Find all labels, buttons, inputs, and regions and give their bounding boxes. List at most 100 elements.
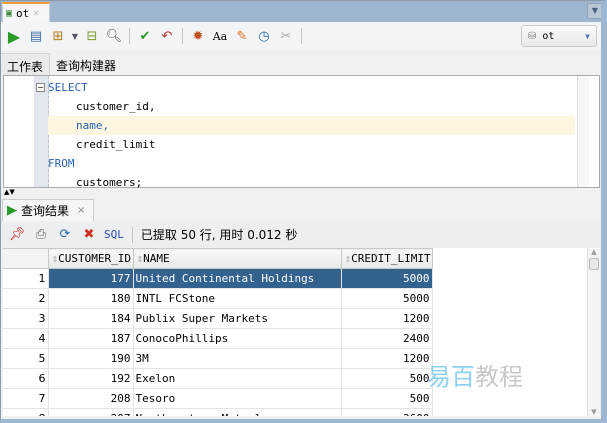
explain-dropdown-icon[interactable]: ▼ xyxy=(71,27,79,45)
customer-id-cell[interactable]: 184 xyxy=(47,308,134,329)
row-number: 4 xyxy=(3,328,49,349)
credit-limit-cell[interactable]: 5000 xyxy=(340,288,433,309)
chevron-down-icon: ▼ xyxy=(585,31,590,41)
row-number: 7 xyxy=(3,388,49,409)
clear-icon[interactable]: ✎ xyxy=(233,27,251,45)
sql-line: SELECT xyxy=(48,81,88,94)
table-row[interactable]: 8207Northwestern Mutual3600 xyxy=(3,408,433,416)
connection-label: ot xyxy=(542,30,555,42)
customer-id-cell[interactable]: 187 xyxy=(47,328,134,349)
editor-scrollbar[interactable] xyxy=(577,76,589,187)
row-number: 5 xyxy=(3,348,49,369)
table-row[interactable]: 1 177 United Continental Holdings 5000 xyxy=(3,268,433,289)
toolbar-separator xyxy=(129,28,130,44)
panel-splitter[interactable]: ▲▼ xyxy=(0,188,600,196)
commit-icon[interactable]: ✔ xyxy=(136,27,154,45)
credit-limit-cell[interactable]: 1200 xyxy=(340,348,433,369)
customer-id-cell[interactable]: 192 xyxy=(47,368,134,389)
explain-plan-icon[interactable]: ⊞ xyxy=(49,27,67,45)
unshared-sql-icon[interactable]: ✹ xyxy=(189,27,207,45)
tab-query-builder[interactable]: 查询构建器 xyxy=(50,53,122,75)
autotrace-icon[interactable]: ⊟ xyxy=(83,27,101,45)
tab-query-results[interactable]: ▶ 查询结果 × xyxy=(2,199,94,221)
name-cell[interactable]: Tesoro xyxy=(132,388,342,409)
row-number: 8 xyxy=(3,408,49,416)
name-cell[interactable]: ConocoPhillips xyxy=(132,328,342,349)
customer-id-cell[interactable]: 190 xyxy=(47,348,134,369)
run-icon: ▶ xyxy=(7,203,17,218)
credit-limit-cell[interactable]: 500 xyxy=(340,388,433,409)
database-icon: ⛁ xyxy=(528,30,537,42)
customer-id-cell[interactable]: 177 xyxy=(47,268,134,289)
run-script-icon[interactable]: ▤ xyxy=(27,27,45,45)
customer-id-cell[interactable]: 207 xyxy=(47,408,134,416)
credit-limit-cell[interactable]: 1200 xyxy=(340,308,433,329)
refresh-icon[interactable]: ⟳ xyxy=(56,226,74,244)
tab-worksheet[interactable]: 工作表 xyxy=(0,53,51,75)
watermark: 易百教程 xyxy=(427,363,523,391)
fetch-status: 已提取 50 行, 用时 0.012 秒 xyxy=(140,228,298,242)
column-header-customer-id[interactable]: ⇕CUSTOMER_ID xyxy=(47,248,134,269)
change-case-icon[interactable]: Aa xyxy=(211,27,229,45)
scroll-thumb[interactable] xyxy=(589,258,599,270)
scroll-down-icon[interactable]: ▼ xyxy=(588,408,600,416)
print-icon[interactable]: ⎙ xyxy=(32,226,50,244)
close-tab-icon[interactable]: × xyxy=(77,205,85,216)
credit-limit-cell[interactable]: 5000 xyxy=(340,268,433,289)
sql-line: FROM xyxy=(48,157,75,170)
sql-line: credit_limit xyxy=(76,138,156,151)
document-tab-label: ot xyxy=(16,6,30,20)
table-row[interactable]: 2 180 INTL FCStone 5000 xyxy=(3,288,433,309)
toolbar-separator xyxy=(131,226,133,243)
connection-selector[interactable]: ⛁ ot ▼ xyxy=(521,25,597,47)
row-number: 3 xyxy=(3,308,49,329)
name-cell[interactable]: Northwestern Mutual xyxy=(132,408,342,416)
query-builder-icon[interactable]: ✂ xyxy=(277,27,295,45)
toolbar-separator xyxy=(301,28,302,44)
sql-line-current: name, xyxy=(48,116,575,135)
table-row[interactable]: 5 190 3M 1200 xyxy=(3,348,433,369)
cancel-query-icon[interactable]: ✖ xyxy=(80,226,98,244)
credit-limit-cell[interactable]: 3600 xyxy=(340,408,433,416)
credit-limit-cell[interactable]: 500 xyxy=(340,368,433,389)
name-cell[interactable]: Publix Super Markets xyxy=(132,308,342,329)
row-number: 6 xyxy=(3,368,49,389)
collapse-arrows-icon[interactable]: ▲▼ xyxy=(4,188,15,196)
table-row[interactable]: 4 187 ConocoPhillips 2400 xyxy=(3,328,433,349)
table-row[interactable]: 6 192 Exelon 500 xyxy=(3,368,433,389)
name-cell[interactable]: 3M xyxy=(132,348,342,369)
name-cell[interactable]: Exelon xyxy=(132,368,342,389)
editor-tabs: 工作表 查询构建器 xyxy=(0,53,600,75)
document-tab-bar xyxy=(0,0,607,22)
results-scrollbar[interactable]: ▲ ▼ xyxy=(587,248,600,416)
close-tab-icon[interactable]: × xyxy=(33,8,39,19)
sql-link[interactable]: SQL xyxy=(104,228,124,241)
sql-worksheet-icon: ▣ xyxy=(6,7,13,19)
document-tab-ot[interactable]: ▣ ot × xyxy=(2,2,50,22)
pin-icon[interactable]: 📌︎ xyxy=(8,226,26,244)
rollback-icon[interactable]: ↶ xyxy=(158,27,176,45)
worksheet-toolbar: ▶ ▤ ⊞ ▼ ⊟ 🔍︎ ✔ ↶ ✹ Aa ✎ ◷ ✂ xyxy=(0,22,607,50)
column-header-name[interactable]: ⇕NAME xyxy=(132,248,342,269)
name-cell[interactable]: United Continental Holdings xyxy=(132,268,342,289)
customer-id-cell[interactable]: 208 xyxy=(47,388,134,409)
tab-list-dropdown-button[interactable]: ▼ xyxy=(587,3,603,19)
fold-toggle-icon[interactable]: − xyxy=(36,83,45,92)
credit-limit-cell[interactable]: 2400 xyxy=(340,328,433,349)
sql-editor[interactable]: − SELECT customer_id, name, credit_limit… xyxy=(3,75,600,189)
results-toolbar: 📌︎ ⎙ ⟳ ✖ SQL 已提取 50 行, 用时 0.012 秒 xyxy=(0,222,600,247)
editor-gutter xyxy=(34,76,49,187)
column-header-credit-limit[interactable]: ⇕CREDIT_LIMIT xyxy=(340,248,433,269)
sql-line: customer_id, xyxy=(76,100,156,113)
row-number-header xyxy=(3,248,49,269)
scroll-up-icon[interactable]: ▲ xyxy=(588,248,600,256)
table-row[interactable]: 7 208 Tesoro 500 xyxy=(3,388,433,409)
results-tab-label: 查询结果 xyxy=(21,204,70,218)
sql-tuning-icon[interactable]: 🔍︎ xyxy=(105,27,123,45)
sql-history-icon[interactable]: ◷ xyxy=(255,27,273,45)
name-cell[interactable]: INTL FCStone xyxy=(132,288,342,309)
table-row[interactable]: 3 184 Publix Super Markets 1200 xyxy=(3,308,433,329)
grid-header-row: ⇕CUSTOMER_ID ⇕NAME ⇕CREDIT_LIMIT xyxy=(3,248,433,269)
customer-id-cell[interactable]: 180 xyxy=(47,288,134,309)
run-statement-icon[interactable]: ▶ xyxy=(5,27,23,46)
